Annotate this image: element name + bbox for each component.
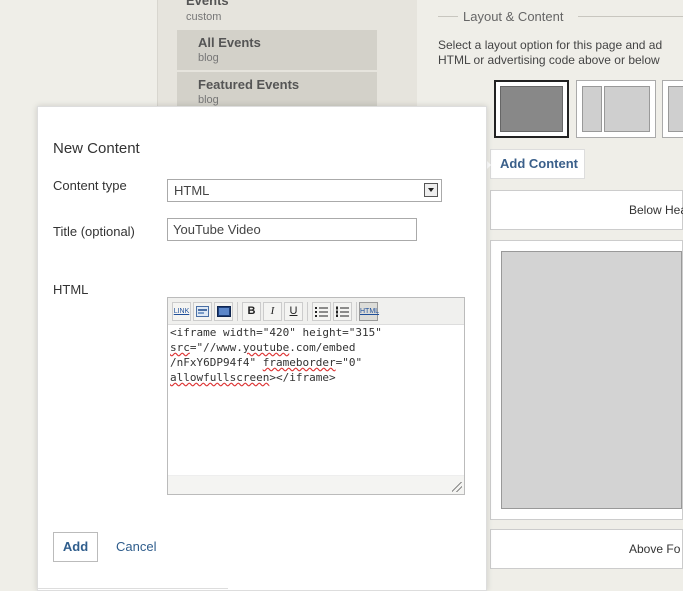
- title-input[interactable]: YouTube Video: [167, 218, 417, 241]
- insert-media-button[interactable]: [214, 302, 233, 321]
- content-type-label: Content type: [53, 178, 127, 193]
- code-token: .com/embed: [289, 341, 356, 354]
- layout-block: [500, 86, 563, 132]
- toolbar-separator: [356, 302, 357, 321]
- code-token: allowfullscreen: [170, 371, 270, 384]
- html-source-button[interactable]: HTML: [359, 302, 379, 321]
- insert-link-button[interactable]: LINK: [172, 302, 191, 321]
- layout-legend: Layout & Content: [463, 9, 564, 24]
- bullet-list-icon: [315, 307, 328, 317]
- code-token: ="0": [335, 356, 363, 369]
- nav-item-title: All Events: [198, 35, 261, 50]
- new-content-dialog: New Content Content type HTML Title (opt…: [37, 106, 487, 591]
- content-type-select[interactable]: HTML: [167, 179, 442, 202]
- add-button[interactable]: Add: [53, 532, 98, 562]
- editor-toolbar: LINK B I U HTML: [168, 298, 464, 325]
- bold-button[interactable]: B: [242, 302, 261, 321]
- code-token: ="//www.: [189, 341, 243, 354]
- numbered-list-button[interactable]: [333, 302, 352, 321]
- nav-parent-type: custom: [186, 11, 222, 23]
- code-token: /nFxY6DP94f4": [170, 356, 263, 369]
- dialog-footer-divider: [38, 588, 228, 589]
- layout-block: [604, 86, 650, 132]
- bullet-list-button[interactable]: [312, 302, 331, 321]
- main-content-block: [501, 251, 682, 509]
- editor-status-bar: [168, 475, 464, 494]
- html-label: HTML: [53, 282, 89, 297]
- toolbar-separator: [307, 302, 308, 321]
- layout-description: Select a layout option for this page and…: [438, 38, 683, 68]
- layout-description-line: Select a layout option for this page and…: [438, 38, 663, 52]
- title-label: Title (optional): [53, 224, 135, 239]
- fieldset-border: [578, 16, 683, 17]
- chevron-down-icon[interactable]: [424, 183, 438, 197]
- underline-button[interactable]: U: [284, 302, 303, 321]
- content-type-value: HTML: [174, 183, 210, 198]
- layout-option-single[interactable]: [494, 80, 569, 138]
- layout-option-three[interactable]: [662, 80, 683, 138]
- numbered-list-icon: [336, 306, 349, 317]
- code-token: src: [170, 341, 190, 354]
- code-line: <iframe width="420" height="315": [170, 326, 382, 339]
- layout-description-line: HTML or advertising code above or below: [438, 53, 660, 67]
- nav-item-all-events[interactable]: All Events blog: [177, 30, 377, 70]
- cancel-link[interactable]: Cancel: [116, 539, 156, 554]
- code-token: ></iframe>: [269, 371, 336, 384]
- add-content-tab[interactable]: Add Content: [490, 149, 585, 179]
- html-editor: LINK B I U HTML <iframe width="420" heig…: [167, 297, 465, 495]
- layout-block: [582, 86, 602, 132]
- fieldset-border: [438, 16, 458, 17]
- nav-item-type: blog: [198, 52, 219, 64]
- layout-block: [668, 86, 683, 132]
- insert-image-button[interactable]: [193, 302, 212, 321]
- main-content-slot[interactable]: [490, 240, 683, 520]
- nav-item-featured-events[interactable]: Featured Events blog: [177, 72, 377, 108]
- layout-option-two-column[interactable]: [576, 80, 656, 138]
- italic-button[interactable]: I: [263, 302, 282, 321]
- html-code-textarea[interactable]: <iframe width="420" height="315" src="//…: [170, 325, 460, 385]
- above-footer-slot[interactable]: Above Fo: [490, 529, 683, 569]
- dialog-title: New Content: [53, 140, 140, 157]
- image-icon: [196, 306, 209, 317]
- nav-item-title: Featured Events: [198, 77, 300, 92]
- below-header-slot[interactable]: Below Hea: [490, 190, 683, 230]
- film-icon: [216, 306, 231, 317]
- nav-parent-title[interactable]: Events: [186, 0, 229, 8]
- code-token: youtube: [242, 341, 290, 354]
- nav-item-type: blog: [198, 94, 219, 106]
- resize-handle-icon[interactable]: [452, 482, 462, 492]
- code-token: frameborder: [262, 356, 336, 369]
- toolbar-separator: [237, 302, 238, 321]
